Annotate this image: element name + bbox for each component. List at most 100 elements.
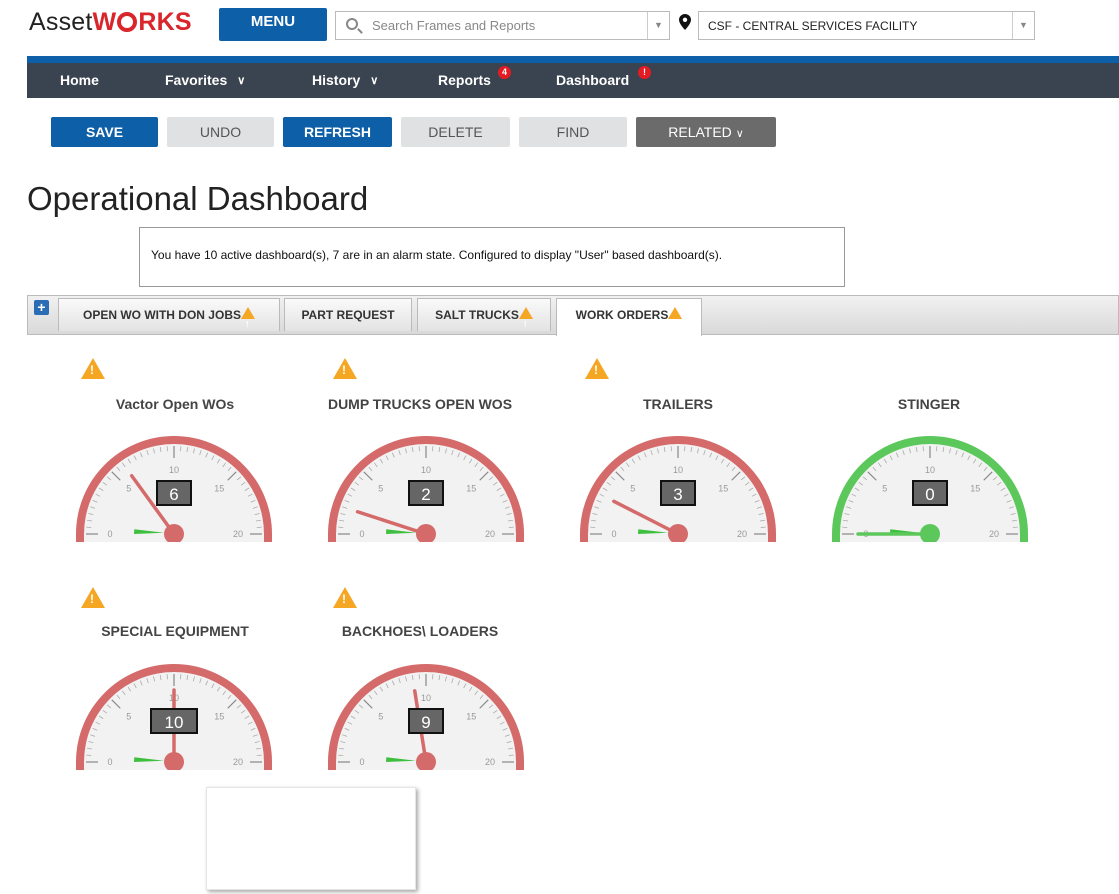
gauge-title: TRAILERS <box>643 396 713 412</box>
gauge-value: 10 <box>165 713 184 732</box>
gear-logo-icon <box>117 12 138 32</box>
gauge-tick-label: 10 <box>925 465 935 475</box>
gauge-tick-label: 5 <box>126 484 131 494</box>
gauge-value: 3 <box>673 485 682 504</box>
warning-icon <box>241 306 255 341</box>
gauge-chart[interactable]: 0 5 10 15 20 6 <box>74 432 274 544</box>
gauge-tick-label: 5 <box>378 712 383 722</box>
gauge-tick-label: 20 <box>233 529 243 539</box>
gauge-tick-label: 5 <box>630 484 635 494</box>
location-pin-icon <box>679 14 691 30</box>
gauge-base-edge <box>326 770 526 772</box>
gauge-title: STINGER <box>897 396 961 412</box>
related-button[interactable]: RELATED ∨ <box>636 117 776 147</box>
gauge-hub <box>164 752 184 772</box>
gauge-base-edge <box>74 770 274 772</box>
warning-icon <box>668 306 683 341</box>
search-icon <box>346 18 358 30</box>
gauge-tick-label: 0 <box>359 757 364 767</box>
chevron-down-icon: ∨ <box>237 75 246 87</box>
gauge-title: BACKHOES\ LOADERS <box>341 623 499 639</box>
gauge-tick-label: 10 <box>169 465 179 475</box>
alarm-warning-icon <box>81 587 105 608</box>
main-nav: Home Favorites ∨ History ∨ Reports 4 Dashb… <box>27 63 1119 98</box>
gauge-chart[interactable]: 0510152010 <box>74 660 274 772</box>
gauge-value: 9 <box>421 713 430 732</box>
gauge-tick-label: 10 <box>421 465 431 475</box>
search-input[interactable]: Search Frames and Reports ▼ <box>335 11 670 40</box>
nav-reports[interactable]: Reports <box>438 63 491 98</box>
gauge-base-edge <box>578 542 778 544</box>
gauge-tick-label: 0 <box>611 529 616 539</box>
status-message: You have 10 active dashboard(s), 7 are i… <box>139 227 845 287</box>
facility-dropdown-icon[interactable]: ▼ <box>1012 12 1034 39</box>
gauge-tick-label: 10 <box>673 465 683 475</box>
nav-dashboard[interactable]: Dashboard <box>556 63 629 98</box>
delete-button[interactable]: DELETE <box>401 117 510 147</box>
alarm-warning-icon <box>81 358 105 379</box>
tab-work-orders[interactable]: WORK ORDERS <box>556 298 702 341</box>
dashboard-badge: ! <box>638 66 651 79</box>
menu-button[interactable]: MENU <box>219 8 327 41</box>
gauge-tick-label: 0 <box>107 529 112 539</box>
gauge-hub <box>164 524 184 544</box>
gauge-value: 0 <box>925 485 934 504</box>
alarm-warning-icon <box>585 358 609 379</box>
gauge-tick-label: 20 <box>485 529 495 539</box>
gauge-title: DUMP TRUCKS OPEN WOS <box>327 396 513 412</box>
gauge-tick-label: 15 <box>718 484 728 494</box>
gauge-tick-label: 15 <box>466 712 476 722</box>
gauge-tick-label: 15 <box>214 484 224 494</box>
gauge-tick-label: 20 <box>989 529 999 539</box>
status-message-text: You have 10 active dashboard(s), 7 are i… <box>151 248 723 262</box>
refresh-button[interactable]: REFRESH <box>283 117 392 147</box>
tab-part-request[interactable]: PART REQUEST <box>284 298 412 331</box>
gauge-base-edge <box>830 542 1030 544</box>
tab-open-wo-with-don-jobs[interactable]: OPEN WO WITH DON JOBS <box>58 298 280 341</box>
dashboard-tabs: + OPEN WO WITH DON JOBS PART REQUEST SAL… <box>27 295 1119 341</box>
gauge-value: 2 <box>421 485 430 504</box>
gauge-tick-label: 20 <box>737 529 747 539</box>
header-divider <box>27 56 1119 63</box>
gauge-hub <box>668 524 688 544</box>
gauge-tick-label: 0 <box>359 529 364 539</box>
assetworks-logo[interactable]: AssetW RKS <box>29 8 192 37</box>
add-tab-icon[interactable]: + <box>34 300 49 315</box>
nav-history[interactable]: History ∨ <box>312 63 378 98</box>
gauge-tick-label: 15 <box>214 712 224 722</box>
chevron-down-icon: ∨ <box>370 75 379 87</box>
save-button[interactable]: SAVE <box>51 117 158 147</box>
find-button[interactable]: FIND <box>519 117 627 147</box>
gauge-tick-label: 0 <box>107 757 112 767</box>
undo-button[interactable]: UNDO <box>167 117 274 147</box>
gauge-title: SPECIAL EQUIPMENT <box>101 623 249 639</box>
gauge-value: 6 <box>169 485 178 504</box>
alarm-warning-icon <box>333 358 357 379</box>
warning-icon <box>518 306 533 341</box>
gauge-chart[interactable]: 0 5 10 15 20 9 <box>326 660 526 772</box>
page-title: Operational Dashboard <box>27 180 369 217</box>
gauge-tick-label: 15 <box>466 484 476 494</box>
top-bar: AssetW RKS MENU Search Frames and Reports… <box>0 0 1119 56</box>
facility-select[interactable]: CSF - CENTRAL SERVICES FACILITY ▼ <box>698 11 1035 40</box>
facility-value: CSF - CENTRAL SERVICES FACILITY <box>708 19 918 33</box>
nav-home[interactable]: Home <box>60 63 99 98</box>
gauge-base-edge <box>74 542 274 544</box>
gauge-tick-label: 20 <box>485 757 495 767</box>
gauge-chart[interactable]: 0 5 10 15 20 2 <box>326 432 526 544</box>
gauge-tick-label: 5 <box>882 484 887 494</box>
search-dropdown-icon[interactable]: ▼ <box>647 12 669 39</box>
gauge-tick-label: 20 <box>233 757 243 767</box>
blank-panel <box>206 787 416 890</box>
tab-salt-trucks[interactable]: SALT TRUCKS <box>417 298 551 341</box>
gauge-tick-label: 10 <box>421 693 431 703</box>
alarm-warning-icon <box>333 587 357 608</box>
nav-favorites[interactable]: Favorites ∨ <box>165 63 245 98</box>
gauge-hub <box>416 524 436 544</box>
gauge-tick-label: 5 <box>126 712 131 722</box>
gauge-chart[interactable]: 0 5 10 15 20 3 <box>578 432 778 544</box>
gauge-hub <box>920 524 940 544</box>
chevron-down-icon: ∨ <box>735 128 744 140</box>
gauge-hub <box>416 752 436 772</box>
gauge-chart[interactable]: 051015200 <box>830 432 1030 544</box>
